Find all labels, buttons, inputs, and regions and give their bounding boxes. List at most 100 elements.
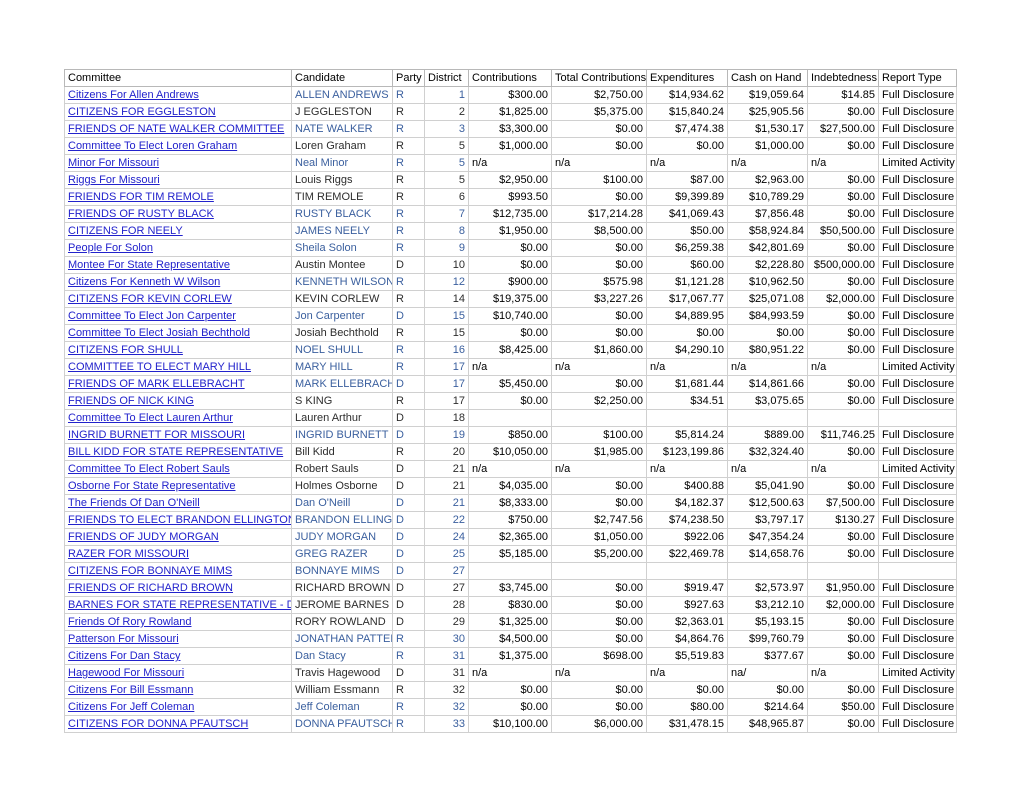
cell-indebtedness: $0.00 <box>807 103 879 121</box>
cell-district: 18 <box>424 409 469 427</box>
cell-total-contributions: $0.00 <box>551 324 647 342</box>
cell-committee: Friends Of Rory Rowland <box>64 613 292 631</box>
cell-party: R <box>392 443 425 461</box>
committee-link[interactable]: CITIZENS FOR SHULL <box>68 344 183 356</box>
cell-contributions: $0.00 <box>468 239 552 257</box>
cell-contributions: $1,825.00 <box>468 103 552 121</box>
cell-indebtedness: $0.00 <box>807 273 879 291</box>
cell-committee: FRIENDS OF MARK ELLEBRACHT <box>64 375 292 393</box>
column-header-district: District <box>424 69 469 87</box>
committee-link[interactable]: FRIENDS OF MARK ELLEBRACHT <box>68 378 245 390</box>
cell-candidate: BRANDON ELLINGTON <box>291 511 393 529</box>
cell-district: 31 <box>424 647 469 665</box>
cell-total-contributions: $0.00 <box>551 239 647 257</box>
cell-cash-on-hand: $14,861.66 <box>727 375 808 393</box>
cell-cash-on-hand: $10,962.50 <box>727 273 808 291</box>
committee-link[interactable]: CITIZENS FOR BONNAYE MIMS <box>68 565 232 577</box>
committee-link[interactable]: Riggs For Missouri <box>68 174 160 186</box>
cell-indebtedness: $0.00 <box>807 205 879 223</box>
column-header-committee: Committee <box>64 69 292 87</box>
committee-link[interactable]: Committee To Elect Josiah Bechthold <box>68 327 250 339</box>
committee-link[interactable]: FRIENDS TO ELECT BRANDON ELLINGTON <box>68 514 291 526</box>
cell-committee: Citizens For Jeff Coleman <box>64 698 292 716</box>
committee-link[interactable]: Montee For State Representative <box>68 259 230 271</box>
cell-report-type: Full Disclosure <box>878 528 957 546</box>
committee-link[interactable]: Committee To Elect Jon Carpenter <box>68 310 236 322</box>
committee-link[interactable]: Committee To Elect Loren Graham <box>68 140 237 152</box>
committee-link[interactable]: COMMITTEE TO ELECT MARY HILL <box>68 361 251 373</box>
committee-link[interactable]: FRIENDS OF RUSTY BLACK <box>68 208 214 220</box>
committee-link[interactable]: BARNES FOR STATE REPRESENTATIVE - DISTRI… <box>68 599 291 611</box>
cell-contributions <box>468 562 552 580</box>
cell-cash-on-hand: $32,324.40 <box>727 443 808 461</box>
committee-link[interactable]: FRIENDS OF NATE WALKER COMMITTEE <box>68 123 284 135</box>
committee-link[interactable]: CITIZENS FOR EGGLESTON <box>68 106 216 118</box>
cell-candidate: Sheila Solon <box>291 239 393 257</box>
cell-party: D <box>392 511 425 529</box>
cell-cash-on-hand: n/a <box>727 358 808 376</box>
committee-link[interactable]: Minor For Missouri <box>68 157 159 169</box>
committee-link[interactable]: Patterson For Missouri <box>68 633 179 645</box>
committee-link[interactable]: FRIENDS OF RICHARD BROWN <box>68 582 233 594</box>
committee-link[interactable]: FRIENDS OF JUDY MORGAN <box>68 531 219 543</box>
cell-expenditures: $927.63 <box>646 596 728 614</box>
cell-party: R <box>392 239 425 257</box>
cell-indebtedness: $0.00 <box>807 239 879 257</box>
cell-report-type: Full Disclosure <box>878 188 957 206</box>
cell-committee: CITIZENS FOR EGGLESTON <box>64 103 292 121</box>
table-body: Citizens For Allen Andrews ALLEN ANDREWS R… <box>64 86 957 733</box>
cell-contributions: $8,425.00 <box>468 341 552 359</box>
cell-total-contributions: $3,227.26 <box>551 290 647 308</box>
committee-link[interactable]: FRIENDS FOR TIM REMOLE <box>68 191 214 203</box>
cell-district: 2 <box>424 103 469 121</box>
cell-candidate: INGRID BURNETT <box>291 426 393 444</box>
committee-link[interactable]: Citizens For Bill Essmann <box>68 684 193 696</box>
committee-link[interactable]: Friends Of Rory Rowland <box>68 616 192 628</box>
cell-indebtedness <box>807 562 879 580</box>
cell-indebtedness: $0.00 <box>807 613 879 631</box>
cell-party: D <box>392 409 425 427</box>
table-row: Osborne For State Representative Holmes O… <box>64 477 957 495</box>
cell-candidate: Travis Hagewood <box>291 664 393 682</box>
committee-link[interactable]: Osborne For State Representative <box>68 480 236 492</box>
cell-expenditures: $1,681.44 <box>646 375 728 393</box>
cell-candidate: Loren Graham <box>291 137 393 155</box>
committee-link[interactable]: RAZER FOR MISSOURI <box>68 548 189 560</box>
cell-cash-on-hand: $99,760.79 <box>727 630 808 648</box>
cell-report-type: Full Disclosure <box>878 256 957 274</box>
cell-district: 17 <box>424 392 469 410</box>
committee-link[interactable]: Hagewood For Missouri <box>68 667 184 679</box>
committee-link[interactable]: CITIZENS FOR NEELY <box>68 225 183 237</box>
cell-committee: RAZER FOR MISSOURI <box>64 545 292 563</box>
cell-party: D <box>392 426 425 444</box>
table-row: RAZER FOR MISSOURI GREG RAZER D 25 $5,185.00… <box>64 545 957 563</box>
committee-link[interactable]: CITIZENS FOR KEVIN CORLEW <box>68 293 232 305</box>
committee-link[interactable]: Citizens For Jeff Coleman <box>68 701 194 713</box>
committee-link[interactable]: Committee To Elect Robert Sauls <box>68 463 230 475</box>
committee-link[interactable]: Citizens For Kenneth W Wilson <box>68 276 220 288</box>
committee-link[interactable]: Citizens For Allen Andrews <box>68 89 199 101</box>
cell-total-contributions: n/a <box>551 460 647 478</box>
cell-report-type: Full Disclosure <box>878 239 957 257</box>
cell-district: 5 <box>424 137 469 155</box>
table-row: The Friends Of Dan O'Neill Dan O'Neill D 21… <box>64 494 957 512</box>
committee-link[interactable]: People For Solon <box>68 242 153 254</box>
cell-expenditures: $123,199.86 <box>646 443 728 461</box>
committee-link[interactable]: The Friends Of Dan O'Neill <box>68 497 200 509</box>
committee-link[interactable]: CITIZENS FOR DONNA PFAUTSCH <box>68 718 248 730</box>
cell-district: 5 <box>424 171 469 189</box>
cell-candidate: Robert Sauls <box>291 460 393 478</box>
committee-link[interactable]: Citizens For Dan Stacy <box>68 650 180 662</box>
cell-total-contributions: $0.00 <box>551 120 647 138</box>
cell-indebtedness: $50.00 <box>807 698 879 716</box>
committee-link[interactable]: Committee To Elect Lauren Arthur <box>68 412 233 424</box>
cell-expenditures: $34.51 <box>646 392 728 410</box>
table-row: Citizens For Jeff Coleman Jeff Coleman R 32… <box>64 698 957 716</box>
cell-report-type: Full Disclosure <box>878 273 957 291</box>
committee-link[interactable]: FRIENDS OF NICK KING <box>68 395 194 407</box>
cell-cash-on-hand: $2,573.97 <box>727 579 808 597</box>
committee-link[interactable]: BILL KIDD FOR STATE REPRESENTATIVE <box>68 446 283 458</box>
committee-link[interactable]: INGRID BURNETT FOR MISSOURI <box>68 429 245 441</box>
cell-party: R <box>392 392 425 410</box>
cell-party: R <box>392 222 425 240</box>
